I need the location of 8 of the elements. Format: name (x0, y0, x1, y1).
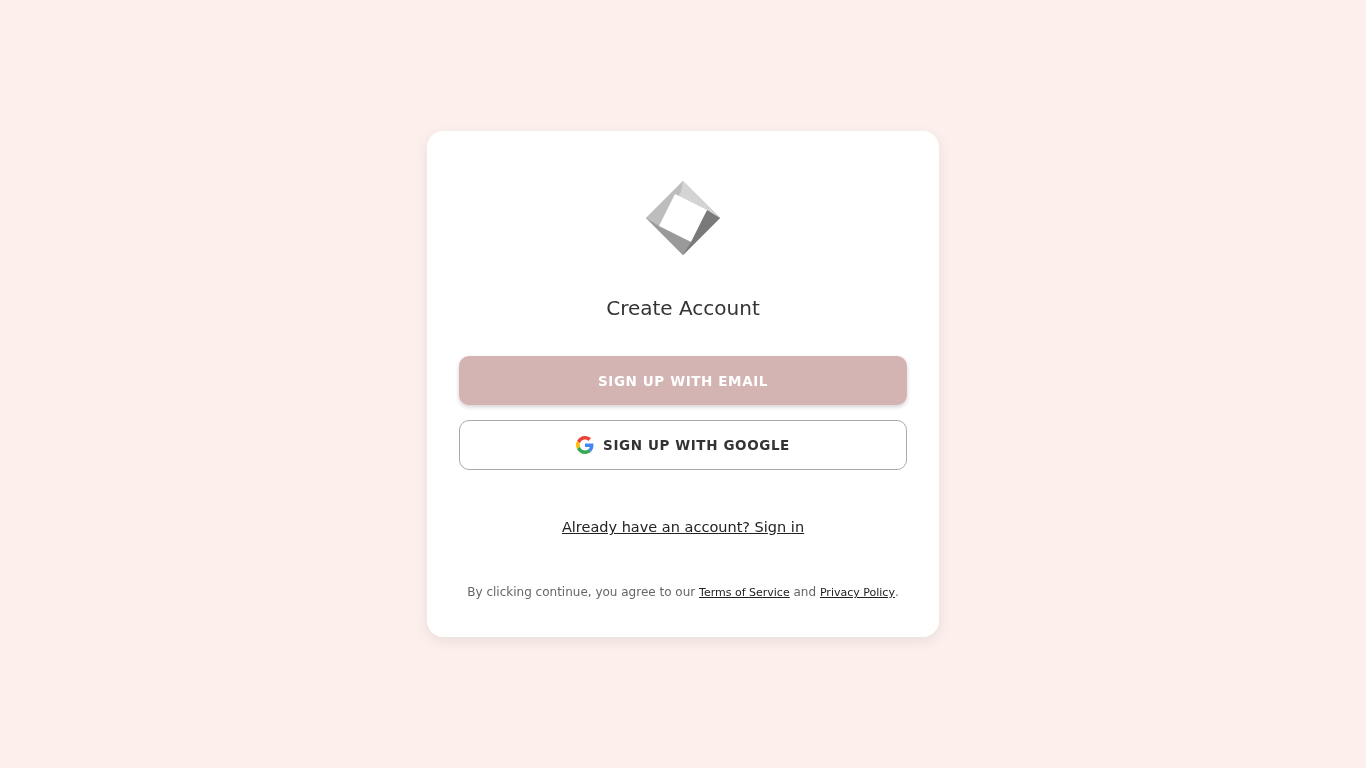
diamond-logo-icon (645, 180, 721, 256)
google-signup-button[interactable]: SIGN UP WITH GOOGLE (459, 420, 907, 470)
page-title: Create Account (606, 296, 760, 320)
sign-in-link[interactable]: Already have an account? Sign in (561, 519, 805, 535)
google-g-icon (576, 436, 595, 454)
terms-notice: By clicking continue, you agree to our Terms of Service and Privacy Policy. (467, 585, 899, 599)
legal-link[interactable]: Privacy Policy (819, 586, 895, 599)
legal-link[interactable]: Terms of Service (699, 586, 790, 599)
